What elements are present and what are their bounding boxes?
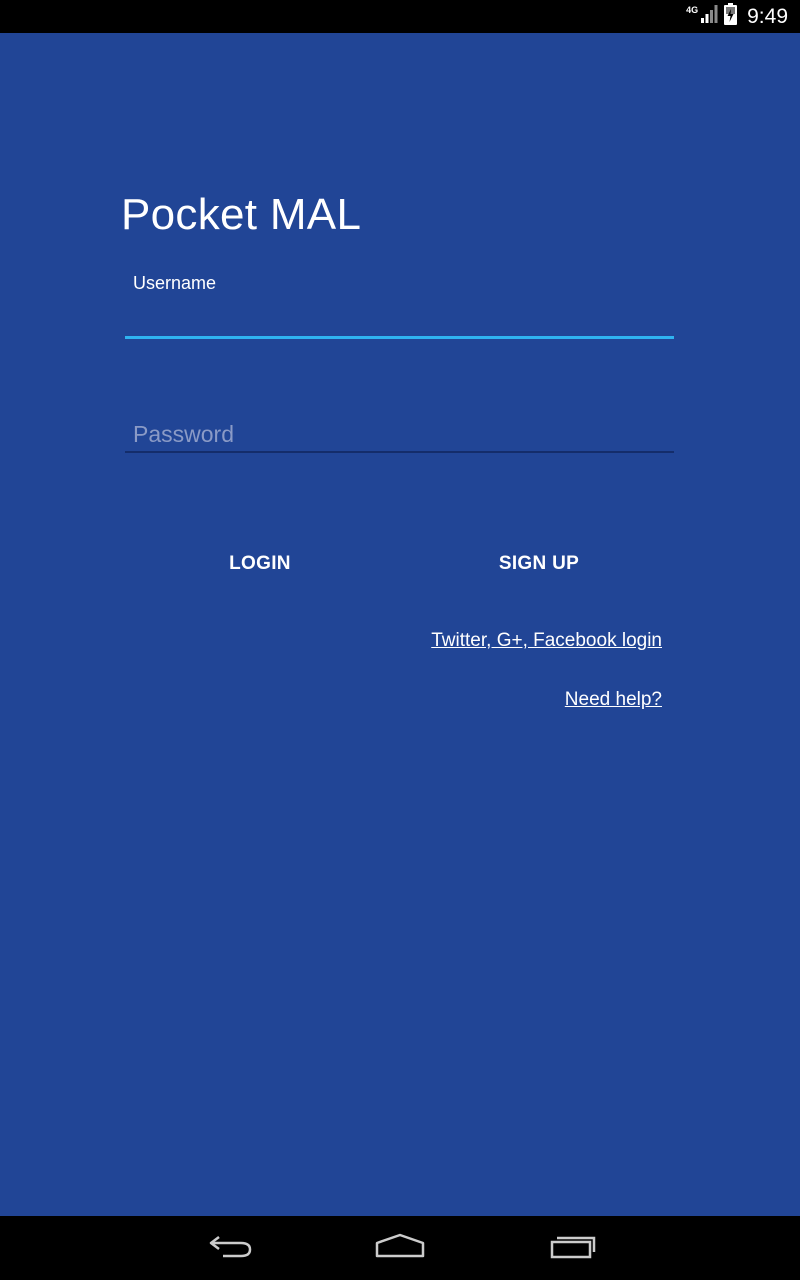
back-icon (207, 1233, 253, 1264)
signup-button[interactable]: SIGN UP (478, 546, 600, 582)
username-underline (125, 336, 674, 339)
app-title: Pocket MAL (121, 190, 362, 239)
username-label: Username (133, 273, 217, 293)
back-button[interactable] (200, 1230, 260, 1266)
status-time: 9:49 (747, 4, 788, 28)
home-button[interactable] (370, 1230, 430, 1266)
navigation-bar (0, 1216, 800, 1280)
signal-icon (700, 4, 718, 29)
status-icons: 4G 9:49 (686, 0, 788, 33)
recents-button[interactable] (542, 1230, 602, 1266)
login-button[interactable]: LOGIN (200, 546, 320, 582)
password-underline (125, 451, 674, 453)
help-link[interactable]: Need help? (565, 689, 662, 711)
password-input[interactable] (125, 417, 674, 451)
social-login-link[interactable]: Twitter, G+, Facebook login (431, 630, 662, 652)
home-icon (374, 1233, 426, 1264)
network-type: 4G (686, 4, 699, 15)
username-input[interactable] (125, 300, 674, 336)
battery-charging-icon (724, 3, 738, 30)
status-bar: 4G 9:49 (0, 0, 800, 33)
recents-icon (548, 1233, 596, 1264)
